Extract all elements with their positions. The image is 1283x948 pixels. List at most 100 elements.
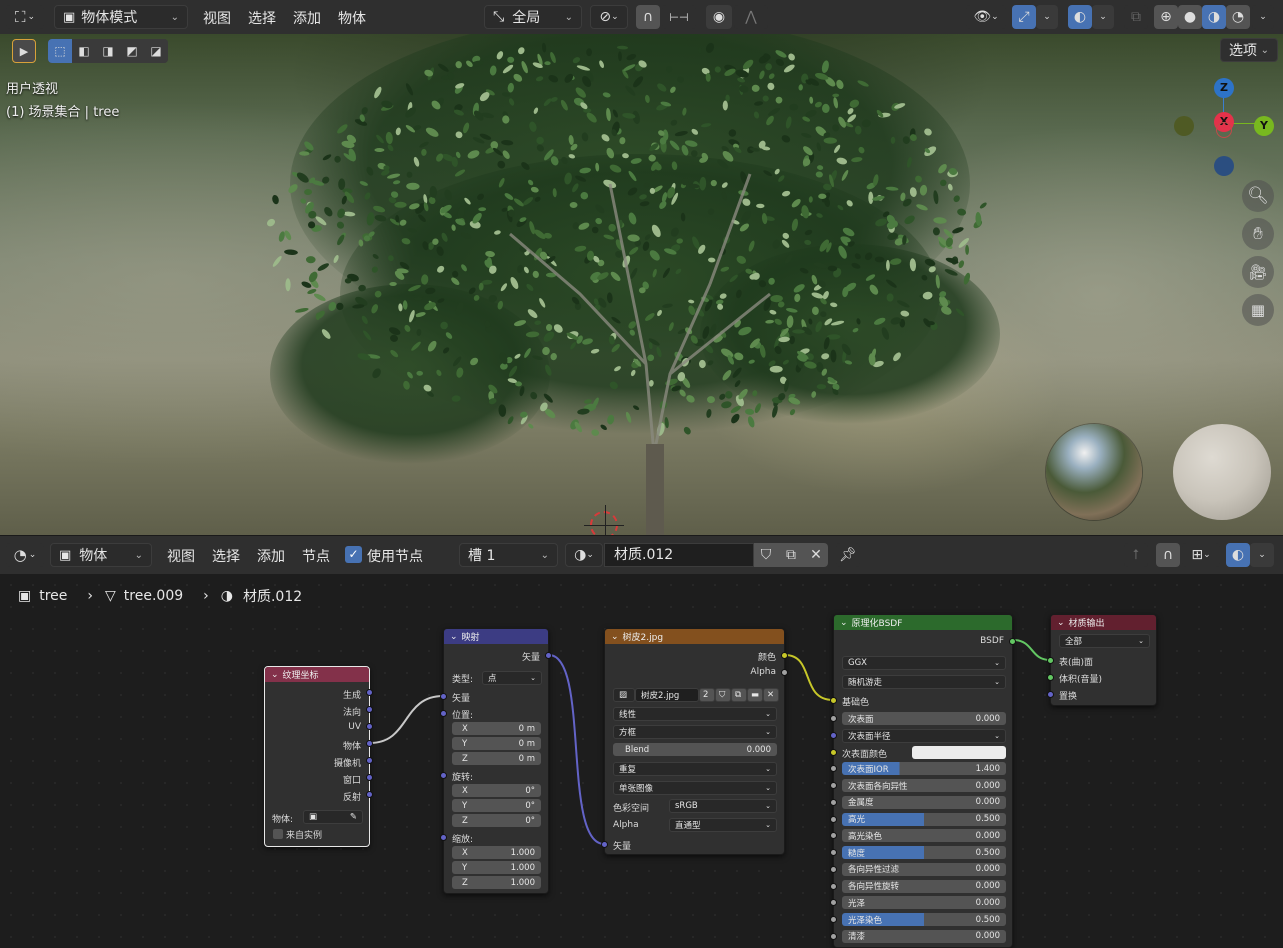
output-socket[interactable] bbox=[1009, 638, 1016, 645]
node-texture-coordinate[interactable]: ⌄ 纹理坐标 生成 法向 UV 物体 摄像机 窗口 反射 物体: ▣ ✎ 来自实例 bbox=[264, 666, 373, 847]
bsdf-field[interactable]: 次表面 0.000 bbox=[842, 712, 1006, 725]
node-menu-view[interactable]: 视图 bbox=[157, 546, 205, 566]
pin-button[interactable]: 📌︎ bbox=[836, 543, 860, 567]
node-mapping[interactable]: ⌄ 映射 矢量 类型: 点 ⌄ 矢量 位置: X0 m Y0 m Z0 m 旋转: … bbox=[440, 628, 552, 894]
input-socket[interactable] bbox=[440, 834, 447, 841]
breadcrumb-material[interactable]: 材质.012 bbox=[243, 586, 302, 606]
fake-user-button[interactable]: ⛉ bbox=[754, 543, 778, 567]
select-invert-button[interactable]: ◩ bbox=[120, 39, 144, 63]
gizmo-dropdown[interactable]: ⌄ bbox=[1036, 5, 1058, 29]
output-socket[interactable] bbox=[781, 669, 788, 676]
gizmo-toggle[interactable]: ⤢ bbox=[1012, 5, 1036, 29]
distribution-dropdown[interactable]: GGX ⌄ bbox=[842, 656, 1006, 670]
node-image-texture[interactable]: ⌄ 树皮2.jpg 颜色 Alpha ▨ 树皮2.jpg 2 ⛉ ⧉ ▬ ✕ 线性… bbox=[601, 628, 788, 855]
duplicate-material-button[interactable]: ⧉ bbox=[778, 543, 804, 567]
object-picker-field[interactable]: ▣ ✎ bbox=[303, 810, 363, 824]
input-socket[interactable] bbox=[830, 731, 837, 739]
pivot-button[interactable]: ⊘ ⌄ bbox=[590, 5, 628, 29]
visibility-button[interactable]: 👁 ⌄ bbox=[966, 5, 1006, 29]
input-socket[interactable] bbox=[830, 815, 837, 823]
output-target-dropdown[interactable]: 全部 ⌄ bbox=[1059, 634, 1150, 648]
color-swatch[interactable] bbox=[912, 745, 1006, 759]
image-browse-button[interactable]: ▨ bbox=[613, 688, 635, 702]
3d-cursor[interactable] bbox=[584, 505, 624, 535]
output-socket[interactable] bbox=[366, 723, 373, 730]
input-socket[interactable] bbox=[601, 841, 608, 848]
tree-object[interactable] bbox=[250, 34, 1010, 535]
xray-toggle[interactable]: ⧉ bbox=[1124, 5, 1148, 29]
bsdf-field[interactable]: 光泽染色 0.500 bbox=[842, 913, 1006, 926]
input-socket[interactable] bbox=[830, 932, 837, 940]
source-dropdown[interactable]: 单张图像 ⌄ bbox=[613, 781, 777, 795]
bsdf-field[interactable]: 各向异性过滤 0.000 bbox=[842, 862, 1006, 876]
scale-y-field[interactable]: Y 1.000 bbox=[452, 861, 541, 874]
overlay-dropdown[interactable]: ⌄ bbox=[1092, 5, 1114, 29]
bsdf-field[interactable]: 高光染色 0.000 bbox=[842, 829, 1006, 843]
output-socket[interactable] bbox=[366, 740, 373, 747]
input-socket[interactable] bbox=[1047, 657, 1054, 664]
projection-dropdown[interactable]: 方框 ⌄ bbox=[613, 725, 777, 739]
input-socket[interactable] bbox=[830, 697, 837, 704]
snap-target-button[interactable]: ⊢⊣ bbox=[662, 5, 696, 29]
rotation-x-field[interactable]: X 0° bbox=[452, 784, 541, 797]
scale-x-field[interactable]: X 1.000 bbox=[452, 846, 541, 859]
image-open-button[interactable]: ▬ bbox=[747, 688, 763, 702]
navigation-gizmo[interactable]: Z X Y bbox=[1170, 74, 1280, 184]
options-dropdown[interactable]: 选项 ⌄ bbox=[1220, 38, 1278, 62]
tool-toggle[interactable]: ▶ bbox=[12, 39, 36, 63]
input-socket[interactable] bbox=[1047, 674, 1054, 681]
node-material-output[interactable]: ⌄ 材质输出 全部 ⌄ 表(曲)面 体积(音量) 置换 bbox=[1047, 614, 1157, 706]
falloff-button[interactable]: ⋀ bbox=[734, 5, 768, 29]
camera-view-button[interactable]: 🎥︎ bbox=[1242, 256, 1274, 288]
output-socket[interactable] bbox=[545, 652, 552, 659]
object-type-dropdown[interactable]: ▣ 物体 ⌄ bbox=[50, 543, 152, 567]
gizmo-neg-x[interactable] bbox=[1174, 116, 1194, 136]
bsdf-field[interactable]: 糙度 0.500 bbox=[842, 846, 1006, 859]
output-socket[interactable] bbox=[366, 774, 373, 781]
bsdf-field[interactable]: 次表面半径 ⌄ bbox=[842, 728, 1006, 743]
bsdf-field[interactable]: 次表面IOR 1.400 bbox=[842, 762, 1006, 776]
image-unlink-button[interactable]: ✕ bbox=[763, 688, 779, 702]
bsdf-field[interactable]: 各向异性旋转 0.000 bbox=[842, 879, 1006, 893]
node-overlay-toggle[interactable]: ◐ bbox=[1226, 543, 1250, 567]
image-name-field[interactable]: 树皮2.jpg bbox=[635, 688, 699, 702]
3d-viewport[interactable]: ▶ ⬚ ◧ ◨ ◩ ◪ 选项 ⌄ 用户透视 (1) 场景集合 | tree Z … bbox=[0, 34, 1283, 535]
output-socket[interactable] bbox=[366, 689, 373, 696]
gizmo-neg-z[interactable] bbox=[1214, 156, 1234, 176]
extension-dropdown[interactable]: 重复 ⌄ bbox=[613, 762, 777, 776]
input-socket[interactable] bbox=[830, 832, 837, 840]
parent-node-tree-button[interactable]: ⭡ bbox=[1124, 543, 1148, 567]
bsdf-field[interactable]: 高光 0.500 bbox=[842, 812, 1006, 826]
input-socket[interactable] bbox=[830, 748, 837, 756]
select-new-button[interactable]: ⬚ bbox=[48, 39, 72, 63]
node-snap-mode[interactable]: ⊞ ⌄ bbox=[1182, 543, 1220, 567]
material-browse-button[interactable]: ◑ ⌄ bbox=[565, 543, 603, 567]
menu-select[interactable]: 选择 bbox=[238, 8, 286, 28]
bsdf-field[interactable]: 金属度 0.000 bbox=[842, 795, 1006, 809]
mode-dropdown[interactable]: ▣ 物体模式 ⌄ bbox=[54, 5, 188, 29]
input-socket[interactable] bbox=[830, 715, 837, 722]
menu-view[interactable]: 视图 bbox=[193, 8, 241, 28]
node-editor-type-button[interactable]: ◔ ⌄ bbox=[6, 543, 44, 567]
breadcrumb-mesh[interactable]: tree.009 bbox=[124, 588, 183, 604]
blend-field[interactable]: Blend 0.000 bbox=[613, 743, 777, 756]
gizmo-z-axis[interactable]: Z bbox=[1214, 78, 1234, 98]
bsdf-field[interactable]: 清漆 0.000 bbox=[842, 929, 1006, 943]
mapping-type-dropdown[interactable]: 点 ⌄ bbox=[482, 671, 542, 685]
input-socket[interactable] bbox=[830, 849, 837, 856]
shading-wireframe[interactable]: ⊕ bbox=[1154, 5, 1178, 29]
gizmo-y-axis[interactable]: Y bbox=[1254, 116, 1274, 136]
zoom-button[interactable]: 🔍︎ bbox=[1242, 180, 1274, 212]
alpha-mode-dropdown[interactable]: 直通型 ⌄ bbox=[669, 818, 777, 832]
ortho-toggle-button[interactable]: ▦ bbox=[1242, 294, 1274, 326]
input-socket[interactable] bbox=[440, 693, 447, 700]
output-socket[interactable] bbox=[781, 652, 788, 659]
node-snap-toggle[interactable]: ∩ bbox=[1156, 543, 1180, 567]
node-menu-add[interactable]: 添加 bbox=[247, 546, 295, 566]
input-socket[interactable] bbox=[830, 798, 837, 806]
select-intersect-button[interactable]: ◪ bbox=[144, 39, 168, 63]
input-socket[interactable] bbox=[440, 772, 447, 779]
slot-dropdown[interactable]: 槽 1 ⌄ bbox=[459, 543, 558, 567]
breadcrumb-object[interactable]: tree bbox=[39, 588, 67, 604]
image-fake-user-button[interactable]: ⛉ bbox=[715, 688, 731, 702]
